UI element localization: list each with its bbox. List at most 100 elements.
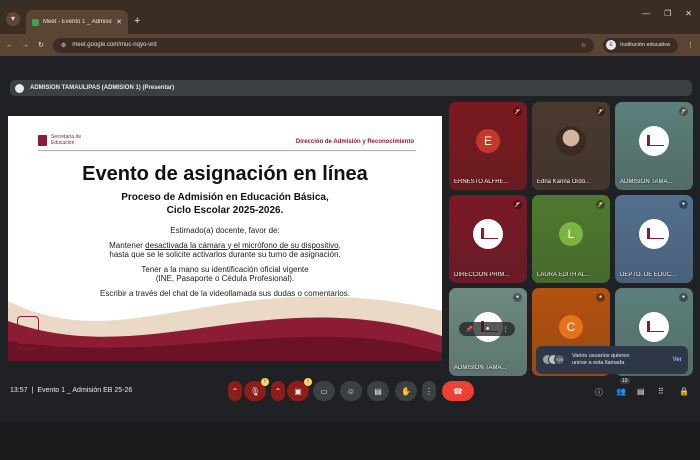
toast-message-line-1: Varios usuarios quieren (572, 353, 630, 359)
activities-icon[interactable]: ⠿ (658, 387, 664, 396)
hang-up-icon: ☎ (453, 386, 463, 396)
slide-subtitle: Proceso de Admisión en Educación Básica,… (8, 191, 442, 217)
tab-title: Meet - Evento 1 _ Admisión EB (43, 19, 113, 25)
instruction-1-c: , (338, 240, 341, 250)
hand-icon: ✋ (401, 386, 411, 396)
new-tab-button[interactable]: + (134, 15, 140, 27)
mic-muted-icon: ● (679, 107, 688, 116)
chat-icon[interactable]: ▤ (637, 387, 645, 396)
mic-options-button[interactable]: ⌃ (228, 381, 242, 401)
host-controls-icon[interactable]: 🔒 (679, 387, 689, 396)
participant-tile[interactable]: ● ADMISION TAMA... 📌 ● ⋮ (449, 288, 527, 376)
tab-search-icon[interactable]: ▾ (6, 12, 20, 26)
meeting-separator: | (31, 387, 34, 394)
browser-menu-icon[interactable]: ⋮ (687, 41, 694, 49)
logo-text: Secretaría de Educación (51, 134, 82, 146)
window-controls: — ❐ ✕ (642, 9, 692, 18)
participant-name: DEPTO. DE EDUC... (620, 272, 676, 278)
mic-warning-badge: ! (261, 378, 269, 386)
participant-tile[interactable]: ● DIRECCION PRIM... (449, 195, 527, 283)
browser-tab-meet[interactable]: Meet - Evento 1 _ Admisión EB ✕ (26, 10, 128, 34)
tamaulipas-seal-icon (17, 316, 39, 344)
mic-active-icon: ● (513, 293, 522, 302)
requesters-avatars: +20 (542, 354, 566, 366)
toast-message-line-2: unirse a esta llamada (572, 360, 625, 366)
leave-call-button[interactable]: ☎ (442, 381, 474, 401)
participant-name: DIRECCION PRIM... (454, 272, 510, 278)
participant-tile[interactable]: ● Edna Karina Ordó... (532, 102, 610, 190)
participant-tile[interactable]: ● ADMISION TAMA... (615, 102, 693, 190)
reactions-button[interactable]: ☺ (340, 381, 362, 401)
requester-count: +20 (554, 354, 565, 365)
address-bar[interactable]: ⚙ meet.google.com/muc-nqyo-vrd ☆ (52, 37, 595, 53)
view-requests-button[interactable]: Ver (673, 357, 682, 363)
people-icon[interactable]: 👥 (616, 387, 626, 396)
instruction-2-line-1: Tener a la mano su identificación oficia… (141, 264, 309, 274)
participant-name: Edna Karina Ordó... (537, 179, 591, 185)
site-info-icon[interactable]: ⚙ (61, 42, 66, 49)
meeting-time: 13:57 (10, 387, 28, 394)
screen-footer (0, 422, 700, 460)
participant-logo-icon (639, 219, 669, 249)
participant-name: LAURA EDITH AL... (537, 272, 591, 278)
more-vert-icon: ⋮ (425, 386, 433, 396)
slide-instruction-2: Tener a la mano su identificación oficia… (68, 265, 382, 284)
instruction-1-line-2: hasta que se le solicite activarlos dura… (109, 250, 341, 259)
raise-hand-button[interactable]: ✋ (395, 381, 417, 401)
mute-icon[interactable]: ● (486, 326, 490, 332)
participant-photo (556, 126, 586, 156)
participant-tile[interactable]: ● DEPTO. DE EDUC... (615, 195, 693, 283)
camera-off-icon: ▣ (294, 386, 302, 396)
meeting-details-icon[interactable]: ⓘ (595, 387, 603, 398)
back-arrow-icon[interactable]: ← (6, 42, 13, 49)
forward-arrow-icon[interactable]: → (22, 42, 29, 49)
seal-text: Tamaulipas (17, 346, 38, 351)
participant-name: ADMISION TAMA... (620, 179, 673, 185)
presenter-label: ADMISION TAMAULIPAS (ADMISION 1) (Presen… (30, 85, 175, 91)
instruction-1-a: Mantener (109, 240, 146, 250)
pin-icon[interactable]: 📌 (465, 326, 472, 333)
tile-more-icon[interactable]: ⋮ (502, 326, 508, 333)
participant-name: ADMISION TAMA... (454, 365, 507, 371)
presenter-avatar (15, 83, 24, 93)
meeting-control-bar: 13:57 | Evento 1 _ Admisión EB 25-26 ⌃ 🎙 !… (0, 378, 700, 406)
url-text[interactable]: meet.google.com/muc-nqyo-vrd (72, 42, 575, 48)
captions-icon: ▤ (374, 386, 382, 396)
mic-muted-icon: ● (596, 107, 605, 116)
bookmark-star-icon[interactable]: ☆ (581, 42, 586, 49)
slide-instruction-3: Escribir a través del chat de la videoll… (100, 288, 350, 298)
slide-instruction-1: Mantener desactivada la cámara y el micr… (68, 241, 382, 260)
camera-toggle-button[interactable]: ▣ ! (287, 378, 312, 401)
more-options-button[interactable]: ⋮ (422, 381, 436, 401)
participant-tile[interactable]: E ● ERNESTO ALFRE... (449, 102, 527, 190)
captions-button[interactable]: ▤ (367, 381, 389, 401)
emoji-icon: ☺ (346, 386, 356, 396)
slide-greeting: Estimado(a) docente, favor de: (170, 226, 280, 235)
mic-active-icon: ● (596, 293, 605, 302)
browser-tab-bar: ▾ Meet - Evento 1 _ Admisión EB ✕ + — ❐ … (0, 0, 700, 34)
participant-tile[interactable]: L ● LAURA EDITH AL... (532, 195, 610, 283)
tab-close-icon[interactable]: ✕ (116, 18, 122, 26)
instruction-2-line-2: (INE, Pasaporte o Cédula Profesional). (155, 274, 295, 283)
mic-toggle-button[interactable]: 🎙 ! (244, 378, 269, 401)
participants-count-badge: 10 (620, 378, 630, 384)
window-restore-icon[interactable]: ❐ (664, 9, 671, 18)
slide-divider (38, 150, 416, 151)
screen: ▾ Meet - Evento 1 _ Admisión EB ✕ + — ❐ … (0, 0, 700, 460)
mic-active-icon: ● (679, 200, 688, 209)
window-close-icon[interactable]: ✕ (685, 9, 692, 18)
present-icon: ▭ (320, 386, 328, 396)
reload-icon[interactable]: ↻ (38, 41, 44, 49)
mic-muted-icon: ● (513, 107, 522, 116)
join-request-toast: +20 Varios usuarios quieren unirse a est… (536, 346, 688, 374)
participant-avatar: C (559, 315, 583, 339)
logo-mark-icon (38, 134, 47, 146)
participant-logo-icon (473, 219, 503, 249)
window-minimize-icon[interactable]: — (642, 9, 650, 18)
slide-subtitle-line-1: Proceso de Admisión en Educación Básica, (121, 192, 329, 203)
profile-chip[interactable]: E Institución educativa (603, 37, 678, 53)
camera-options-button[interactable]: ⌃ (271, 381, 285, 401)
profile-label: Institución educativa (620, 42, 670, 48)
participant-avatar: E (476, 129, 500, 153)
present-screen-button[interactable]: ▭ (313, 381, 335, 401)
